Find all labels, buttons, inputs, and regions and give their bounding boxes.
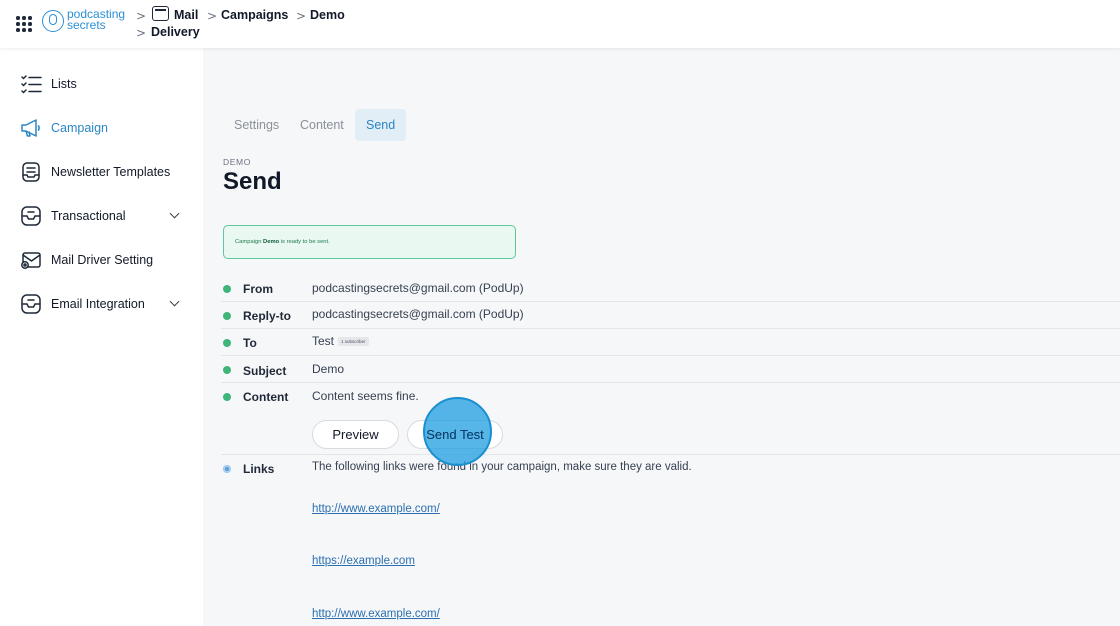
status-ok-icon (223, 339, 231, 347)
to-label: To (243, 336, 257, 350)
links-description: The following links were found in your c… (312, 461, 692, 473)
preview-button[interactable]: Preview (312, 420, 399, 449)
mail-folder-icon (152, 6, 169, 21)
status-ok-icon (223, 312, 231, 320)
sidebar-item-label: Lists (51, 77, 77, 91)
status-ok-icon (223, 366, 231, 374)
sidebar: Lists Campaign Newsletter Templates Tran… (0, 48, 203, 626)
divider (221, 382, 1120, 383)
content-label: Content (243, 390, 289, 404)
subscriber-count-badge: 1 subscriber (338, 337, 369, 347)
tab-send[interactable]: Send (355, 109, 407, 141)
mail-settings-icon (20, 249, 42, 271)
alert-prefix: Campaign (235, 239, 264, 245)
breadcrumb-separator: > (136, 9, 147, 23)
inbox-icon (20, 293, 42, 315)
replyto-label: Reply-to (243, 309, 291, 323)
send-test-button-label[interactable]: Send Test (407, 420, 503, 449)
breadcrumb-delivery[interactable]: Delivery (151, 25, 200, 39)
divider (221, 328, 1120, 329)
breadcrumb-separator: > (296, 9, 307, 23)
to-value: Test 1 subscriber (312, 334, 369, 348)
sidebar-item-label: Newsletter Templates (51, 165, 171, 179)
status-alert: Campaign Demo is ready to be sent. (223, 225, 516, 259)
sidebar-item-label: Transactional (51, 209, 126, 223)
alert-suffix: is ready to be sent. (279, 239, 330, 245)
breadcrumb-separator: > (207, 9, 218, 23)
logo-text-line2: secrets (67, 18, 106, 32)
template-icon (20, 161, 42, 183)
chevron-down-icon[interactable] (169, 208, 180, 219)
campaign-link[interactable]: http://www.example.com/ (312, 608, 440, 620)
sidebar-item-lists[interactable]: Lists (20, 70, 190, 98)
from-value: podcastingsecrets@gmail.com (PodUp) (312, 281, 524, 295)
sidebar-item-label: Mail Driver Setting (51, 253, 154, 267)
campaign-link[interactable]: https://example.com (312, 555, 415, 567)
apps-grid-icon[interactable] (14, 14, 34, 34)
megaphone-icon (20, 117, 42, 139)
chevron-down-icon[interactable] (169, 296, 180, 307)
divider (221, 301, 1120, 302)
subject-value: Demo (312, 362, 345, 376)
alert-campaign-name: Demo (263, 239, 280, 245)
sidebar-item-transactional[interactable]: Transactional (20, 202, 190, 230)
tab-settings[interactable]: Settings (223, 109, 290, 141)
divider (221, 355, 1120, 356)
main-content: Settings Content Send DEMO Send Campaign… (203, 48, 1120, 626)
subject-label: Subject (243, 364, 287, 378)
to-list-name: Test (312, 334, 335, 348)
sidebar-item-newsletter-templates[interactable]: Newsletter Templates (20, 158, 190, 186)
breadcrumb-separator: > (136, 26, 147, 40)
info-icon (223, 465, 231, 473)
sidebar-item-label: Campaign (51, 121, 108, 135)
divider (221, 454, 1120, 455)
campaign-link[interactable]: http://www.example.com/ (312, 503, 440, 515)
status-ok-icon (223, 285, 231, 293)
status-ok-icon (223, 393, 231, 401)
tab-content[interactable]: Content (289, 109, 355, 141)
page-pretitle: DEMO (223, 157, 251, 167)
list-check-icon (20, 73, 42, 95)
sidebar-item-campaign[interactable]: Campaign (20, 114, 190, 142)
from-label: From (243, 282, 273, 296)
breadcrumb-mail[interactable]: Mail (174, 8, 198, 22)
links-label: Links (243, 462, 275, 476)
sidebar-item-label: Email Integration (51, 297, 145, 311)
top-header: podcasting secrets > Mail > Delivery > C… (0, 0, 1120, 48)
breadcrumb-campaigns[interactable]: Campaigns (221, 8, 288, 22)
microphone-icon (49, 14, 57, 25)
breadcrumb-demo[interactable]: Demo (310, 8, 345, 22)
podcasting-secrets-logo[interactable]: podcasting secrets (42, 8, 132, 33)
inbox-icon (20, 205, 42, 227)
replyto-value: podcastingsecrets@gmail.com (PodUp) (312, 307, 524, 321)
page-title: Send (223, 168, 282, 195)
sidebar-item-mail-driver-setting[interactable]: Mail Driver Setting (20, 246, 190, 274)
sidebar-item-email-integration[interactable]: Email Integration (20, 290, 190, 318)
content-value: Content seems fine. (312, 389, 419, 403)
